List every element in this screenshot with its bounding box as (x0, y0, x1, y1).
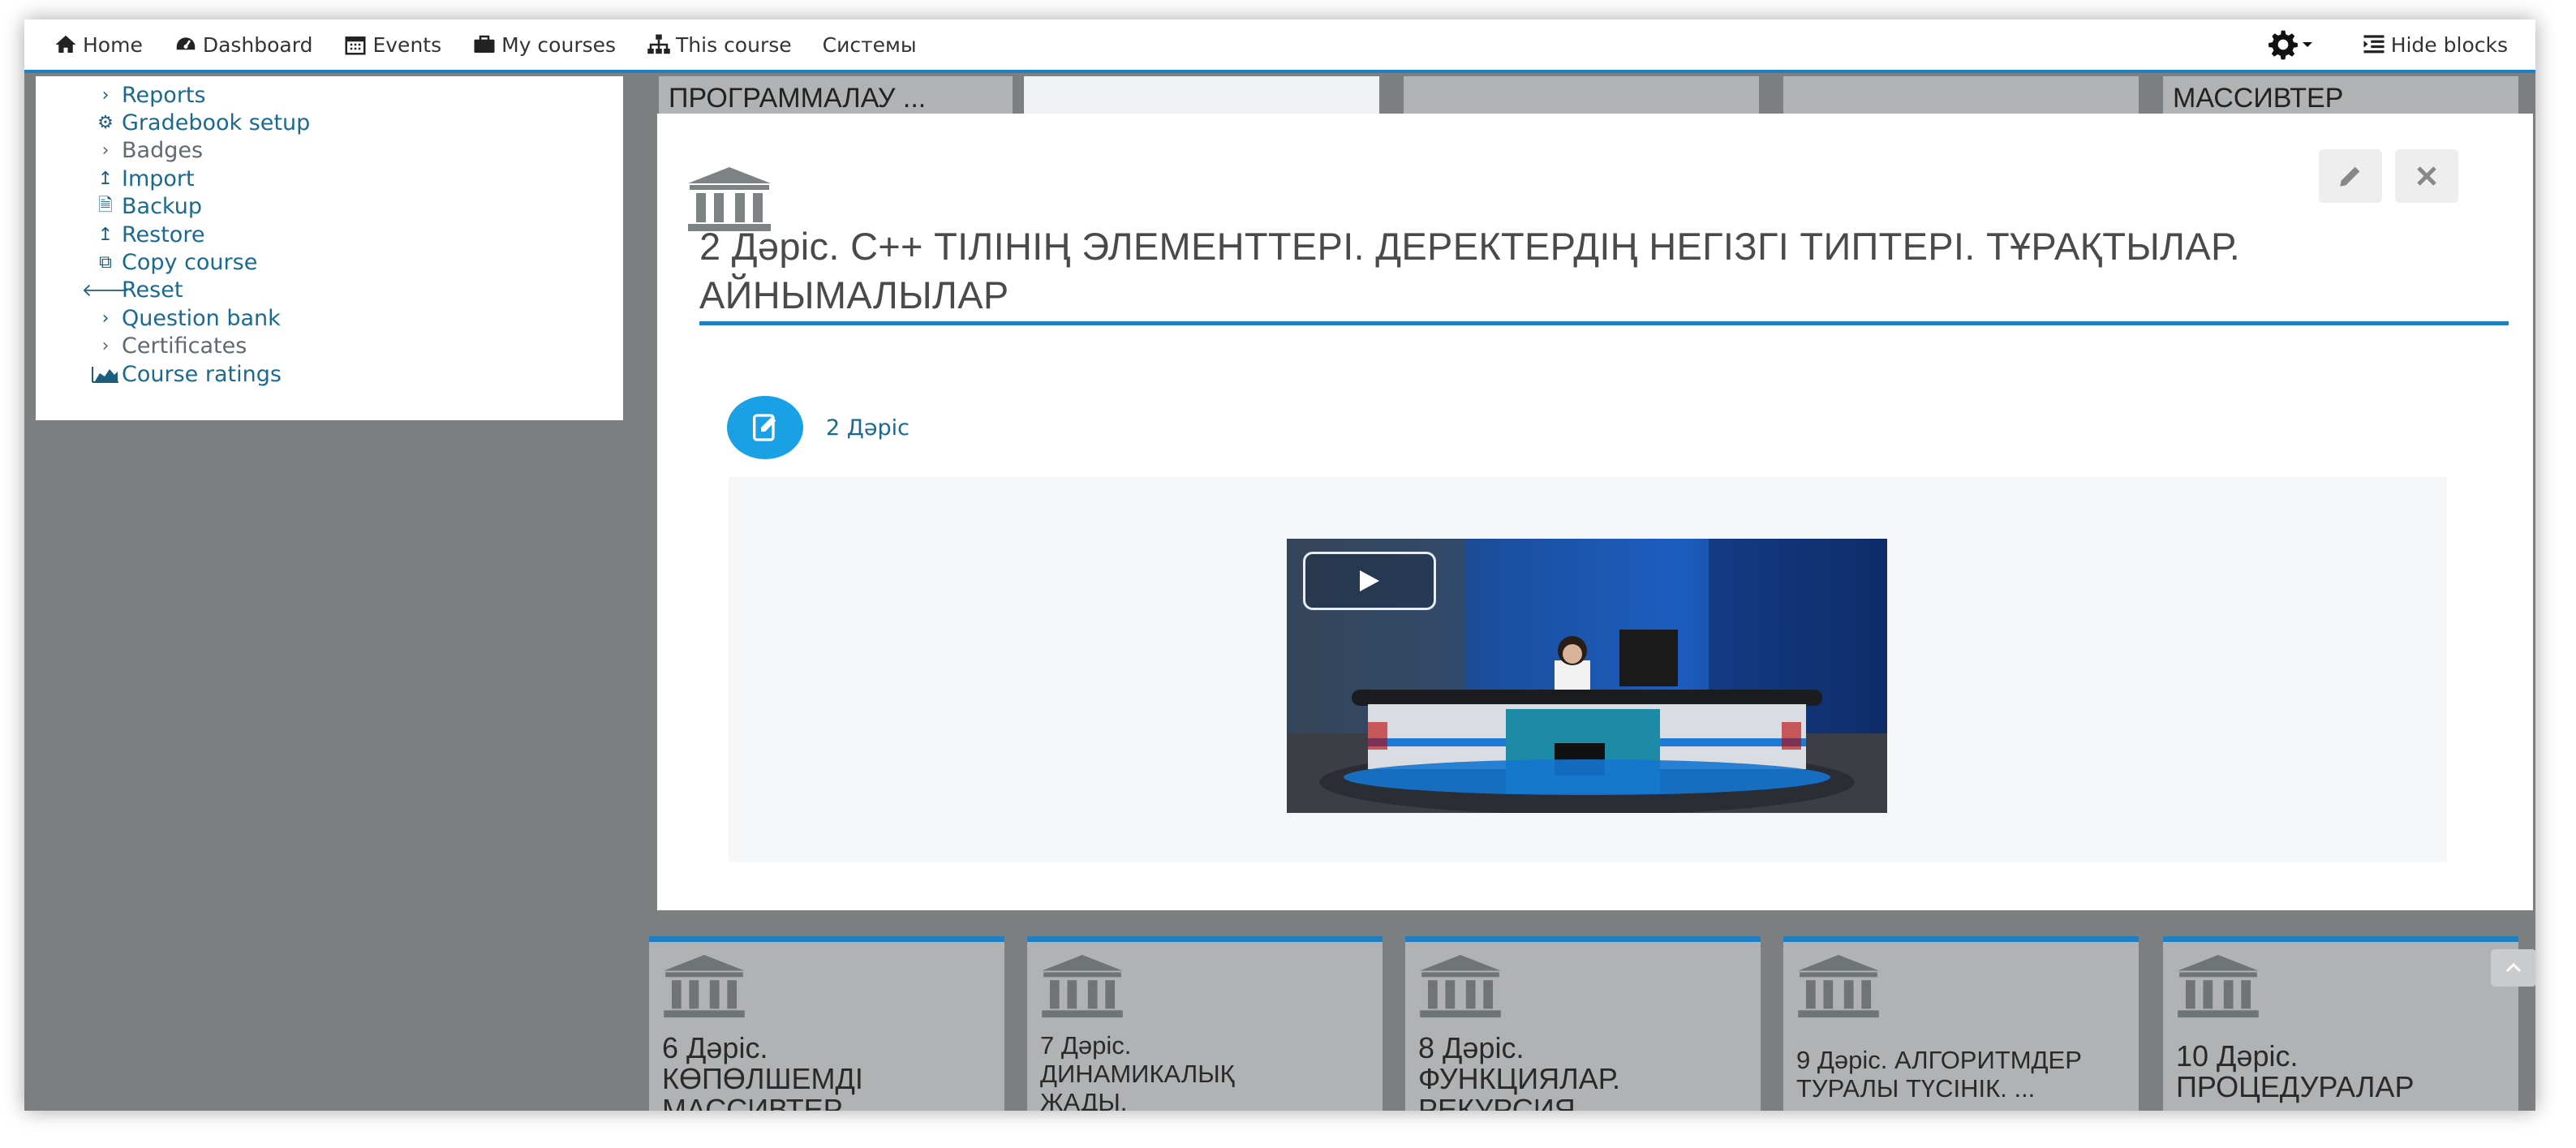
course-tile-title: 10 Дәріс. ПРОЦЕДУРАЛАР (2176, 1039, 2415, 1103)
nav-home-label: Home (83, 32, 143, 57)
nav-events[interactable]: Events (343, 32, 441, 57)
course-tile[interactable]: 8 Дәріс. ФУНКЦИЯЛАР. РЕКУРСИЯ (1405, 936, 1761, 1111)
nav-right-controls: Hide blocks (2268, 29, 2508, 60)
activity-label: 2 Дәріс (826, 415, 910, 441)
activity-badge (727, 396, 803, 459)
nav-this-course[interactable]: This course (647, 32, 792, 57)
list-indent-icon (2363, 35, 2385, 54)
gear-icon: ⚙ (97, 113, 114, 134)
course-administration-block: › Reports ⚙ Gradebook setup › Badges ↥ Impor… (36, 76, 623, 420)
institution-icon (1420, 954, 1501, 1018)
sidebar-item-copy-course[interactable]: ⧉ Copy course (36, 248, 623, 276)
section-actions (2319, 149, 2458, 203)
activity-link[interactable]: 2 Дәріс (727, 396, 910, 459)
calendar-icon (345, 37, 366, 55)
sidebar-item-restore[interactable]: ↥ Restore (36, 221, 623, 248)
course-tile[interactable]: 9 Дәріс. АЛГОРИТМДЕР ТУРАЛЫ ТҮСІНІК. ... (1783, 936, 2139, 1111)
sidebar-item-label: Backup (122, 194, 202, 220)
sidebar-item-label: Import (122, 166, 195, 191)
section-card: 2 Дәріс. С++ ТІЛІНІҢ ЭЛЕМЕНТТЕРІ. ДЕРЕКТ… (657, 114, 2533, 910)
sidebar-item-label: Reset (122, 277, 183, 303)
home-icon (55, 35, 76, 53)
sidebar-item-label: Question bank (122, 305, 281, 331)
nav-dashboard[interactable]: Dashboard (174, 32, 313, 57)
sidebar-item-import[interactable]: ↥ Import (36, 165, 623, 192)
copy-icon: ⧉ (99, 252, 112, 273)
sidebar-item-certificates[interactable]: › Certificates (36, 333, 623, 360)
nav-home[interactable]: Home (54, 32, 143, 57)
area-chart-icon (89, 365, 122, 384)
chevron-up-icon (2505, 963, 2522, 973)
course-tile-title: 7 Дәріс. ДИНАМИКАЛЫҚ ЖАДЫ. (1040, 1031, 1235, 1111)
page-edit-icon (753, 414, 776, 441)
play-button[interactable] (1303, 552, 1436, 610)
course-tile[interactable]: 7 Дәріс. ДИНАМИКАЛЫҚ ЖАДЫ. (1027, 936, 1383, 1111)
chevron-right-icon: › (101, 336, 110, 357)
settings-menu-button[interactable] (2268, 29, 2313, 60)
sidebar-item-reports[interactable]: › Reports (36, 81, 623, 109)
close-icon (2417, 166, 2436, 186)
course-tile-title: 9 Дәріс. АЛГОРИТМДЕР ТУРАЛЫ ТҮСІНІК. ... (1796, 1046, 2082, 1103)
play-icon (1360, 570, 1379, 591)
sidebar-item-label: Gradebook setup (122, 110, 311, 136)
chevron-right-icon: › (101, 140, 110, 161)
chevron-right-icon: › (101, 307, 110, 329)
sidebar-item-reset[interactable]: 🡐 Reset (36, 277, 623, 304)
sidebar-item-label: Copy course (122, 250, 258, 276)
sidebar-item-course-ratings[interactable]: Course ratings (36, 360, 623, 388)
sidebar-item-label: Reports (122, 82, 206, 108)
briefcase-icon (474, 35, 495, 53)
dashboard-gauge-icon (176, 37, 196, 50)
hide-blocks-label: Hide blocks (2390, 32, 2508, 57)
course-tile[interactable]: 6 Дәріс. КӨПӨЛШЕМДІ МАССИВТЕР (649, 936, 1004, 1111)
sidebar-item-label: Restore (122, 221, 205, 247)
sidebar-item-gradebook-setup[interactable]: ⚙ Gradebook setup (36, 109, 623, 136)
sidebar-item-question-bank[interactable]: › Question bank (36, 304, 623, 332)
nav-systems-label: Системы (822, 32, 917, 57)
nav-events-label: Events (372, 32, 442, 57)
course-tile-title: ПРОГРАММАЛАУ ... (669, 83, 927, 114)
close-section-button[interactable] (2395, 149, 2458, 203)
upload-arrow-icon: ↥ (97, 168, 114, 189)
video-container (729, 477, 2447, 862)
gear-icon (2268, 30, 2298, 60)
upload-arrow-icon: ↥ (97, 224, 114, 245)
title-divider (699, 321, 2509, 325)
institution-icon (664, 954, 745, 1018)
edit-section-button[interactable] (2319, 149, 2382, 203)
top-navbar: Home Dashboard Events My courses This co… (24, 19, 2535, 73)
sidebar-item-label: Certificates (122, 333, 247, 359)
caret-down-icon (2302, 42, 2312, 47)
course-tile-title: МАССИВТЕР (2173, 83, 2344, 114)
sidebar-item-backup[interactable]: 🗎 Backup (36, 193, 623, 221)
administration-list: › Reports ⚙ Gradebook setup › Badges ↥ Impor… (36, 76, 623, 388)
arrow-left-icon: 🡐 (81, 280, 130, 301)
sidebar-item-badges[interactable]: › Badges (36, 137, 623, 165)
pencil-icon (2340, 166, 2360, 187)
scroll-to-top-button[interactable] (2491, 949, 2535, 987)
video-player[interactable] (1287, 539, 1887, 813)
nav-my-courses[interactable]: My courses (472, 32, 616, 57)
sitemap-icon (647, 34, 670, 54)
sidebar-item-label: Badges (122, 138, 204, 164)
institution-icon (2178, 954, 2259, 1018)
nav-dashboard-label: Dashboard (202, 32, 313, 57)
section-title: 2 Дәріс. С++ ТІЛІНІҢ ЭЛЕМЕНТТЕРІ. ДЕРЕКТ… (699, 225, 2241, 316)
nav-my-courses-label: My courses (501, 32, 617, 57)
chevron-right-icon: › (101, 84, 110, 105)
course-tile-title: 8 Дәріс. ФУНКЦИЯЛАР. РЕКУРСИЯ (1418, 1031, 1620, 1111)
sidebar-item-label: Course ratings (122, 361, 282, 387)
nav-systems[interactable]: Системы (823, 33, 917, 57)
hide-blocks-button[interactable]: Hide blocks (2362, 32, 2508, 57)
nav-this-course-label: This course (676, 32, 792, 57)
file-archive-icon: 🗎 (98, 195, 113, 216)
institution-icon (1798, 954, 1879, 1018)
browser-viewport: Home Dashboard Events My courses This co… (24, 19, 2535, 1111)
course-tile-title: 6 Дәріс. КӨПӨЛШЕМДІ МАССИВТЕР (662, 1031, 863, 1111)
course-tile[interactable]: 10 Дәріс. ПРОЦЕДУРАЛАР (2163, 936, 2518, 1111)
institution-icon (1042, 954, 1123, 1018)
